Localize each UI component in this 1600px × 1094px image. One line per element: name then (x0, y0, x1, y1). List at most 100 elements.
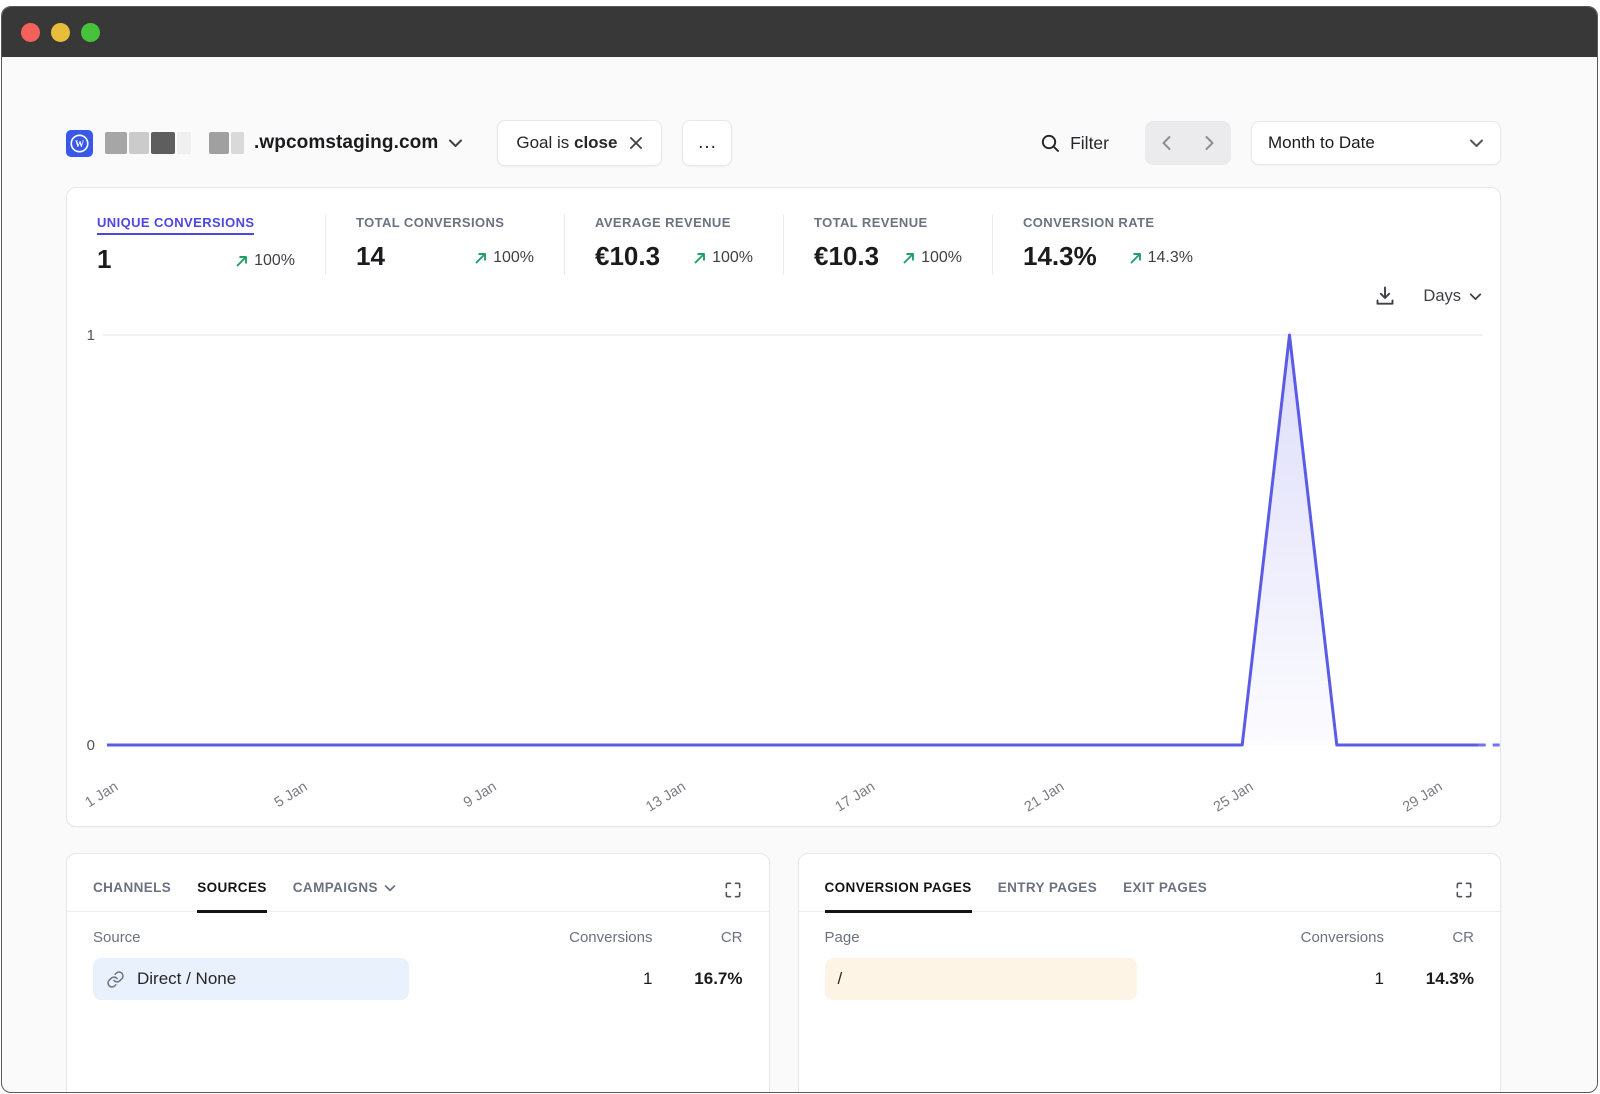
page-share-bar: / (825, 958, 1137, 1000)
next-period-button[interactable] (1188, 121, 1231, 165)
conversions-value: 1 (1264, 969, 1384, 989)
metric-label: AVERAGE REVENUE (595, 215, 731, 230)
svg-text:5 Jan: 5 Jan (272, 779, 311, 811)
svg-text:29 Jan: 29 Jan (1400, 779, 1445, 814)
metric-delta: 100% (474, 249, 534, 267)
download-button[interactable] (1373, 284, 1397, 308)
interval-value: Days (1423, 287, 1461, 306)
metric-total-conversions[interactable]: TOTAL CONVERSIONS 14 100% (356, 214, 565, 275)
column-page: Page (825, 929, 1265, 946)
more-filters-button[interactable]: ... (682, 120, 732, 166)
svg-text:25 Jan: 25 Jan (1211, 779, 1256, 814)
svg-text:9 Jan: 9 Jan (461, 779, 500, 811)
metric-label: TOTAL CONVERSIONS (356, 215, 504, 230)
table-row[interactable]: / 1 14.3% (799, 957, 1501, 1001)
chevron-right-icon (1204, 135, 1215, 151)
metric-value: 1 (97, 244, 111, 275)
close-window-button[interactable] (21, 23, 40, 42)
site-selector[interactable]: W .wpcomstaging.com (66, 130, 463, 157)
bottom-cards-row: CHANNELS SOURCES CAMPAIGNS Source Conver… (66, 853, 1501, 1093)
metric-label: CONVERSION RATE (1023, 215, 1154, 230)
sources-tabs: CHANNELS SOURCES CAMPAIGNS (67, 854, 769, 912)
download-icon (1373, 284, 1397, 308)
column-conversions: Conversions (533, 929, 653, 946)
conversions-value: 1 (533, 969, 653, 989)
cr-value: 14.3% (1384, 969, 1474, 989)
sources-table-header: Source Conversions CR (67, 912, 769, 957)
header-row: W .wpcomstaging.com Goal is close ... (66, 120, 1501, 166)
trend-up-icon (693, 251, 707, 265)
metric-average-revenue[interactable]: AVERAGE REVENUE €10.3 100% (595, 214, 784, 275)
link-icon (106, 970, 125, 989)
table-row[interactable]: Direct / None 1 16.7% (67, 957, 769, 1001)
trend-up-icon (474, 251, 488, 265)
column-cr: CR (1384, 929, 1474, 946)
conversions-area-chart: 011 Jan5 Jan9 Jan13 Jan17 Jan21 Jan25 Ja… (67, 314, 1501, 814)
tab-conversion-pages[interactable]: CONVERSION PAGES (825, 880, 972, 913)
tab-entry-pages[interactable]: ENTRY PAGES (998, 880, 1097, 913)
svg-text:17 Jan: 17 Jan (833, 779, 878, 814)
filter-button[interactable]: Filter (1040, 133, 1109, 154)
chevron-down-icon (448, 138, 463, 148)
svg-text:1: 1 (87, 327, 95, 344)
site-domain: .wpcomstaging.com (254, 132, 438, 154)
expand-icon (1454, 880, 1474, 900)
metric-unique-conversions[interactable]: UNIQUE CONVERSIONS 1 100% (97, 214, 326, 275)
tab-sources[interactable]: SOURCES (197, 880, 267, 913)
remove-filter-icon[interactable] (629, 136, 643, 150)
metric-value: €10.3 (814, 241, 879, 272)
svg-text:1 Jan: 1 Jan (83, 779, 122, 811)
source-label: Direct / None (137, 969, 236, 989)
redacted-site-name (105, 132, 244, 154)
interval-select[interactable]: Days (1423, 287, 1482, 306)
metric-total-revenue[interactable]: TOTAL REVENUE €10.3 100% (814, 214, 993, 275)
page-label: / (838, 969, 843, 989)
metric-value: 14 (356, 241, 385, 272)
metric-delta: 100% (693, 249, 753, 267)
filter-label: Filter (1070, 133, 1109, 154)
prev-period-button[interactable] (1145, 121, 1188, 165)
tab-campaigns[interactable]: CAMPAIGNS (293, 880, 396, 913)
pages-tabs: CONVERSION PAGES ENTRY PAGES EXIT PAGES (799, 854, 1501, 912)
window-titlebar (2, 7, 1597, 57)
pages-table-header: Page Conversions CR (799, 912, 1501, 957)
metric-label: UNIQUE CONVERSIONS (97, 215, 254, 235)
metric-label: TOTAL REVENUE (814, 215, 928, 230)
expand-pages-button[interactable] (1454, 880, 1474, 900)
metric-delta: 100% (902, 249, 962, 267)
svg-text:13 Jan: 13 Jan (643, 779, 688, 814)
minimize-window-button[interactable] (51, 23, 70, 42)
wordpress-icon: W (66, 130, 93, 157)
metric-conversion-rate[interactable]: CONVERSION RATE 14.3% 14.3% (1023, 214, 1223, 275)
metric-delta: 100% (235, 252, 295, 270)
pages-card: CONVERSION PAGES ENTRY PAGES EXIT PAGES … (798, 853, 1502, 1093)
zoom-window-button[interactable] (81, 23, 100, 42)
chevron-left-icon (1161, 135, 1172, 151)
app-window: W .wpcomstaging.com Goal is close ... (1, 6, 1598, 1093)
svg-text:0: 0 (87, 737, 95, 754)
search-icon (1040, 133, 1061, 154)
expand-icon (723, 880, 743, 900)
chart-controls: Days (1373, 284, 1482, 308)
metric-delta: 14.3% (1129, 249, 1193, 267)
goal-filter-chip[interactable]: Goal is close (497, 120, 662, 166)
metric-value: 14.3% (1023, 241, 1097, 272)
chevron-down-icon (384, 884, 396, 892)
header-right-controls: Filter Month to Date (1040, 121, 1501, 165)
sources-card: CHANNELS SOURCES CAMPAIGNS Source Conver… (66, 853, 770, 1093)
date-range-value: Month to Date (1268, 133, 1375, 153)
svg-text:W: W (75, 138, 84, 148)
metric-value: €10.3 (595, 241, 660, 272)
conversions-overview-card: UNIQUE CONVERSIONS 1 100% TOTAL CONVERSI… (66, 187, 1501, 827)
metrics-row: UNIQUE CONVERSIONS 1 100% TOTAL CONVERSI… (67, 188, 1500, 275)
tab-channels[interactable]: CHANNELS (93, 880, 171, 913)
column-source: Source (93, 929, 533, 946)
column-conversions: Conversions (1264, 929, 1384, 946)
goal-chip-text: Goal is close (516, 133, 617, 153)
source-share-bar: Direct / None (93, 958, 409, 1000)
chevron-down-icon (1469, 138, 1484, 148)
chevron-down-icon (1469, 292, 1482, 301)
tab-exit-pages[interactable]: EXIT PAGES (1123, 880, 1207, 913)
expand-sources-button[interactable] (723, 880, 743, 900)
date-range-select[interactable]: Month to Date (1251, 121, 1501, 165)
